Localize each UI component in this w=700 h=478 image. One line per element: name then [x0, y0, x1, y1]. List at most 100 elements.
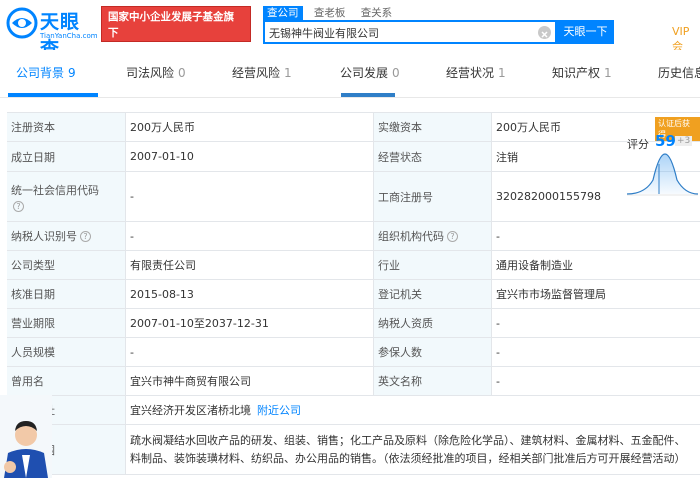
- table-row: 注册资本 200万人民币 实缴资本 200万人民币: [7, 113, 700, 142]
- help-icon[interactable]: ?: [13, 200, 24, 212]
- table-row: 成立日期 2007-01-10 经营状态 注销: [7, 142, 700, 172]
- field-label: 核准日期: [7, 280, 125, 308]
- field-label: 人员规模: [7, 338, 125, 366]
- field-label: 纳税人识别号?: [7, 222, 125, 250]
- field-label: 英文名称: [373, 367, 491, 395]
- table-row: 核准日期 2015-08-13 登记机关 宜兴市市场监督管理局: [7, 280, 700, 309]
- scope-row: 经营范围 疏水阀凝结水回收产品的研发、组装、销售；化工产品及原料（除危险化学品）…: [7, 425, 700, 475]
- clear-icon[interactable]: [538, 26, 551, 39]
- score-value[interactable]: 59: [655, 132, 676, 150]
- score-delta: +3: [675, 136, 693, 146]
- field-value: -: [491, 367, 700, 395]
- address-value: 宜兴经济开发区渚桥北境: [130, 404, 251, 417]
- nav-count: 9: [68, 66, 76, 80]
- field-label: 参保人数: [373, 338, 491, 366]
- search-button[interactable]: 天眼一下: [557, 20, 614, 44]
- org-code-label: 组织机构代码: [378, 230, 444, 243]
- search-box: [263, 20, 557, 44]
- field-value: 2015-08-13: [125, 280, 373, 308]
- logo-eye-icon: [6, 7, 38, 39]
- help-icon[interactable]: ?: [447, 230, 458, 242]
- field-label: 行业: [373, 251, 491, 279]
- nav-company-background[interactable]: 公司背景 9: [16, 64, 76, 81]
- table-row: 曾用名 宜兴市神牛商贸有限公司 英文名称 -: [7, 367, 700, 396]
- field-value: -: [125, 338, 373, 366]
- field-label: 曾用名: [7, 367, 125, 395]
- nav-count: 0: [392, 66, 400, 80]
- field-value: 宜兴经济开发区渚桥北境 附近公司: [125, 396, 700, 424]
- field-value: 2007-01-10至2037-12-31: [125, 309, 373, 337]
- field-value: 宜兴市神牛商贸有限公司: [125, 367, 373, 395]
- help-icon[interactable]: ?: [80, 230, 91, 242]
- field-label: 注册资本: [7, 113, 125, 141]
- nav-label: 公司发展: [340, 66, 389, 80]
- taxpayer-id-label: 纳税人识别号: [11, 230, 77, 243]
- field-value: -: [125, 172, 373, 221]
- logo[interactable]: 天眼查 TianYanCha.com: [6, 5, 98, 60]
- nav-company-development[interactable]: 公司发展 0: [340, 64, 400, 81]
- official-banner: 国家中小企业发展子基金旗下 官方备案企业征信机构: [101, 6, 251, 55]
- nav-business-status[interactable]: 经营状况 1: [446, 64, 506, 81]
- field-value: 200万人民币: [491, 113, 621, 141]
- table-row: 统一社会信用代码 ? - 工商注册号 320282000155798: [7, 172, 700, 222]
- field-label: 经营状态: [373, 142, 491, 171]
- nav-count: 1: [604, 66, 612, 80]
- field-value: -: [491, 309, 700, 337]
- nav-operation-risk[interactable]: 经营风险 1: [232, 64, 292, 81]
- nearby-companies-link[interactable]: 附近公司: [257, 402, 301, 418]
- field-label: 成立日期: [7, 142, 125, 171]
- nav-label: 司法风险: [126, 66, 175, 80]
- table-row: 营业期限 2007-01-10至2037-12-31 纳税人资质 -: [7, 309, 700, 338]
- tab-search-company[interactable]: 查公司: [263, 6, 303, 20]
- field-label: 登记机关: [373, 280, 491, 308]
- nav-legal-risk[interactable]: 司法风险 0: [126, 64, 186, 81]
- table-row: 公司类型 有限责任公司 行业 通用设备制造业: [7, 251, 700, 280]
- section-nav: 公司背景9 司法风险0 经营风险1 公司发展0 经营状况1 知识产权1 历史信息: [0, 50, 700, 98]
- field-label: 组织机构代码?: [373, 222, 491, 250]
- business-scope-value: 疏水阀凝结水回收产品的研发、组装、销售；化工产品及原料（除危险化学品）、建筑材料…: [125, 425, 700, 474]
- nav-intellectual-property[interactable]: 知识产权 1: [552, 64, 612, 81]
- top-header: 天眼查 TianYanCha.com 国家中小企业发展子基金旗下 官方备案企业征…: [0, 0, 700, 60]
- table-row: 纳税人识别号? - 组织机构代码? -: [7, 222, 700, 251]
- field-label: 实缴资本: [373, 113, 491, 141]
- field-value: -: [125, 222, 373, 250]
- address-row: 注册地址 宜兴经济开发区渚桥北境 附近公司: [7, 396, 700, 425]
- nav-label: 经营风险: [232, 66, 281, 80]
- banner-line-1: 国家中小企业发展子基金旗下: [108, 11, 234, 39]
- nav-count: 0: [178, 66, 186, 80]
- table-row: 人员规模 - 参保人数 -: [7, 338, 700, 367]
- nav-count: 1: [498, 66, 506, 80]
- field-value: 200万人民币: [125, 113, 373, 141]
- search-tabs: 查公司 查老板 查关系: [263, 6, 400, 20]
- avatar[interactable]: [0, 395, 52, 478]
- score-distribution-chart: [626, 153, 699, 196]
- field-value: 注销: [491, 142, 621, 171]
- nav-count: 1: [284, 66, 292, 80]
- field-label: 统一社会信用代码 ?: [7, 172, 125, 221]
- nav-history[interactable]: 历史信息: [658, 64, 700, 81]
- tab-search-boss[interactable]: 查老板: [310, 6, 350, 20]
- field-value: 通用设备制造业: [491, 251, 700, 279]
- field-label: 营业期限: [7, 309, 125, 337]
- nav-label: 历史信息: [658, 66, 700, 80]
- credit-code-label: 统一社会信用代码: [11, 183, 99, 197]
- search-input[interactable]: [269, 24, 539, 42]
- field-value: -: [491, 338, 700, 366]
- field-value: 2007-01-10: [125, 142, 373, 171]
- field-value: 有限责任公司: [125, 251, 373, 279]
- active-tab-indicator: [8, 93, 98, 97]
- nav-label: 知识产权: [552, 66, 601, 80]
- nav-label: 经营状况: [446, 66, 495, 80]
- nav-label: 公司背景: [16, 66, 65, 80]
- logo-url: TianYanCha.com: [40, 32, 98, 40]
- field-label: 公司类型: [7, 251, 125, 279]
- scope-line-1: 疏水阀凝结水回收产品的研发、组装、销售；化工产品及原料（除危险化学品）、建筑材料…: [130, 433, 686, 447]
- tab-search-relation[interactable]: 查关系: [357, 6, 397, 20]
- field-value: 320282000155798: [491, 172, 621, 221]
- field-value: 宜兴市市场监督管理局: [491, 280, 700, 308]
- field-value: -: [491, 222, 700, 250]
- basic-info-table: 注册资本 200万人民币 实缴资本 200万人民币 成立日期 2007-01-1…: [7, 112, 700, 475]
- field-label: 工商注册号: [373, 172, 491, 221]
- dev-tab-indicator: [341, 93, 395, 97]
- field-label: 纳税人资质: [373, 309, 491, 337]
